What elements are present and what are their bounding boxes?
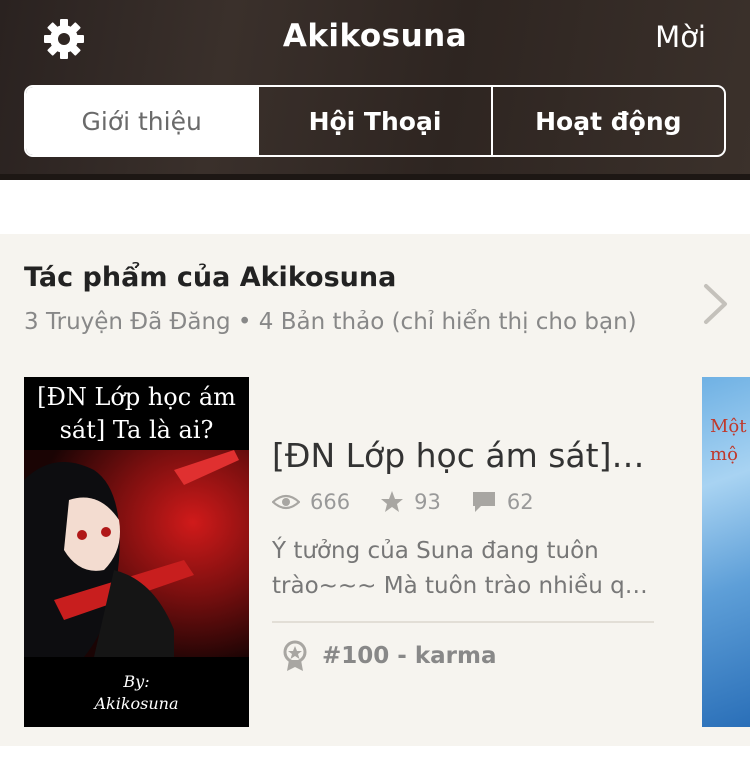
comments-count: 62 bbox=[506, 490, 534, 514]
tab-activity[interactable]: Hoạt động bbox=[490, 87, 724, 155]
cover-title: [ĐN Lớp học ám sát] Ta là ai? bbox=[37, 383, 236, 444]
votes-stat: 93 bbox=[380, 490, 441, 514]
book-cover-next[interactable]: Một mộ bbox=[702, 377, 750, 727]
reads-stat: 666 bbox=[272, 490, 350, 514]
cover-author-name: Akikosuna bbox=[94, 694, 179, 713]
book-description: Ý tưởng của Suna đang tuôn trào~~~ Mà tu… bbox=[272, 534, 657, 604]
invite-button[interactable]: Mời bbox=[655, 20, 706, 54]
book-title[interactable]: [ĐN Lớp học ám sát]… bbox=[272, 436, 662, 475]
divider bbox=[272, 621, 654, 623]
cover-illustration bbox=[24, 450, 249, 657]
comment-icon bbox=[472, 492, 495, 512]
bottom-strip bbox=[0, 746, 750, 773]
cover-by-label: By: bbox=[123, 672, 150, 691]
award-icon bbox=[283, 640, 307, 671]
comments-stat: 62 bbox=[471, 490, 534, 514]
star-icon bbox=[381, 491, 404, 512]
profile-header: Akikosuna Mời Giới thiệu Hội Thoại Hoạt … bbox=[0, 0, 750, 180]
works-title[interactable]: Tác phẩm của Akikosuna bbox=[24, 262, 396, 293]
page-title: Akikosuna bbox=[282, 18, 468, 54]
description-line-2: trào~~~ Mà tuôn trào nhiều qu… bbox=[272, 573, 657, 599]
tab-conversations[interactable]: Hội Thoại bbox=[257, 87, 490, 155]
works-section: Tác phẩm của Akikosuna 3 Truyện Đã Đăng … bbox=[0, 234, 750, 746]
next-cover-line-1: Một bbox=[710, 416, 747, 437]
rank-text: #100 - karma bbox=[322, 643, 497, 669]
tab-about[interactable]: Giới thiệu bbox=[26, 87, 258, 155]
next-cover-line-2: mộ bbox=[710, 444, 738, 465]
book-stats: 666 93 62 bbox=[272, 490, 564, 514]
book-cover[interactable]: [ĐN Lớp học ám sát] Ta là ai? By: Akikos… bbox=[24, 377, 249, 727]
scrolled-content-strip bbox=[0, 180, 750, 234]
reads-count: 666 bbox=[310, 490, 351, 514]
ranking-badge[interactable]: #100 - karma bbox=[282, 640, 497, 672]
votes-count: 93 bbox=[414, 490, 441, 514]
cover-author: By: Akikosuna bbox=[24, 671, 249, 715]
profile-tabs: Giới thiệu Hội Thoại Hoạt động bbox=[24, 85, 726, 157]
description-line-1: Ý tưởng của Suna đang tuôn bbox=[272, 538, 599, 564]
next-cover-title: Một mộ bbox=[710, 413, 747, 469]
works-subtitle: 3 Truyện Đã Đăng • 4 Bản thảo (chỉ hiển … bbox=[24, 309, 637, 335]
eye-icon bbox=[272, 494, 300, 510]
chevron-right-icon[interactable] bbox=[700, 282, 730, 326]
